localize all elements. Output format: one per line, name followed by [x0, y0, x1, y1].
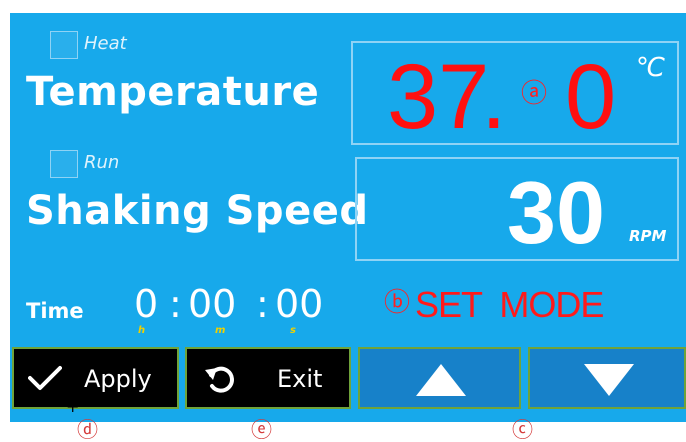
heat-checkbox[interactable] [50, 31, 78, 59]
temperature-display[interactable]: 37 . ⓐ 0 ℃ [351, 41, 679, 145]
rpm-unit: RPM [629, 227, 667, 245]
up-button[interactable] [358, 347, 521, 409]
marker-b: ⓑ [384, 288, 411, 318]
time-separator-1: : [169, 282, 182, 326]
run-label: Run [84, 152, 120, 173]
run-checkbox[interactable] [50, 150, 78, 178]
caption-d: ⓓ [77, 418, 98, 442]
apply-label: Apply [84, 365, 152, 393]
heat-label: Heat [84, 33, 127, 54]
caption-e: ⓔ [251, 418, 272, 442]
shaking-speed-value: 30 [507, 163, 605, 262]
exit-button[interactable]: Exit [185, 347, 351, 409]
time-label: Time [26, 299, 84, 323]
hours-unit-label: h [138, 325, 146, 336]
temperature-value-integer: 37 [387, 46, 490, 148]
marker-a: ⓐ [521, 79, 548, 109]
triangle-down-icon [582, 362, 636, 402]
apply-button[interactable]: Apply [12, 347, 179, 409]
time-seconds[interactable]: 00 [275, 285, 323, 323]
temperature-label: Temperature [26, 69, 320, 115]
checkmark-icon [28, 365, 62, 395]
temperature-decimal-point: . [481, 46, 507, 148]
down-button[interactable] [528, 347, 686, 409]
mouse-cursor: + [66, 397, 80, 416]
caption-c: ⓒ [512, 418, 533, 442]
temperature-value-decimal: 0 [565, 46, 617, 148]
shaking-speed-display[interactable]: 30 RPM [355, 157, 679, 261]
mode-indicator: SET MODE [415, 284, 604, 325]
exit-label: Exit [277, 365, 323, 393]
temperature-unit: ℃ [636, 53, 666, 83]
time-hours[interactable]: 0 [134, 285, 158, 323]
control-screen: Heat Temperature 37 . ⓐ 0 ℃ Run Shaking … [10, 13, 686, 422]
triangle-up-icon [414, 362, 468, 402]
seconds-unit-label: s [290, 325, 296, 336]
minutes-unit-label: m [215, 325, 226, 336]
shaking-speed-label: Shaking Speed [26, 188, 369, 234]
undo-arrow-icon [203, 361, 239, 401]
time-separator-2: : [256, 282, 269, 326]
time-minutes[interactable]: 00 [188, 285, 236, 323]
